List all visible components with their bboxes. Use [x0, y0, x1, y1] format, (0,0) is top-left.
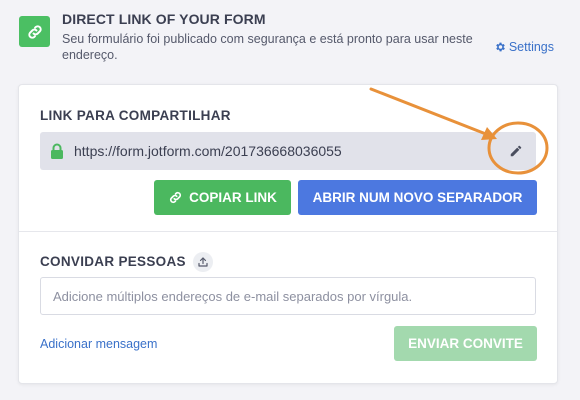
copy-link-button[interactable]: COPIAR LINK — [154, 180, 291, 215]
section-divider — [19, 231, 557, 232]
settings-label: Settings — [508, 40, 554, 54]
settings-link[interactable]: Settings — [494, 40, 554, 54]
add-message-link[interactable]: Adicionar mensagem — [40, 337, 157, 351]
link-icon — [168, 190, 183, 205]
share-section-title: LINK PARA COMPARTILHAR — [40, 108, 231, 123]
lock-icon — [50, 141, 66, 161]
gear-icon — [494, 41, 506, 53]
share-card: LINK PARA COMPARTILHAR https://form.jotf… — [18, 84, 558, 384]
upload-icon[interactable] — [193, 252, 213, 272]
link-icon — [19, 16, 50, 47]
copy-link-label: COPIAR LINK — [189, 190, 277, 205]
send-invite-button[interactable]: ENVIAR CONVITE — [394, 326, 537, 361]
header-description: Seu formulário foi publicado com seguran… — [62, 32, 473, 62]
pencil-icon[interactable] — [506, 141, 526, 161]
invite-section-title: CONVIDAR PESSOAS — [40, 254, 186, 269]
email-input[interactable] — [40, 277, 536, 315]
share-url[interactable]: https://form.jotform.com/201736668036055 — [74, 143, 342, 159]
header-title: DIRECT LINK OF YOUR FORM — [62, 11, 266, 27]
open-new-tab-button[interactable]: ABRIR NUM NOVO SEPARADOR — [298, 180, 537, 215]
open-new-tab-label: ABRIR NUM NOVO SEPARADOR — [312, 190, 523, 205]
form-link-header: DIRECT LINK OF YOUR FORM Seu formulário … — [19, 10, 564, 66]
send-invite-label: ENVIAR CONVITE — [408, 336, 523, 351]
share-url-bar[interactable]: https://form.jotform.com/201736668036055 — [40, 132, 536, 170]
